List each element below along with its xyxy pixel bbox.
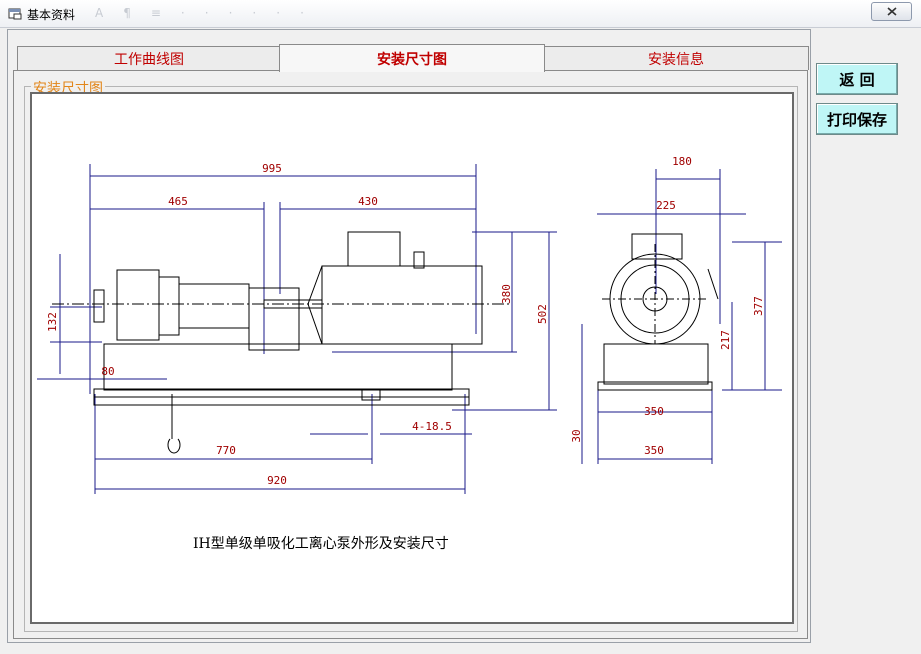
background-ghost-toolbar: A ¶ ≡ · · · · · · [95,6,306,20]
back-button[interactable]: 返 回 [816,63,898,95]
app-icon [8,8,22,20]
tab-install-info[interactable]: 安装信息 [543,46,809,70]
tab-install-dimensions[interactable]: 安装尺寸图 [279,44,545,72]
dim-995: 995 [262,162,282,175]
dim-4-18-5: 4-18.5 [412,420,452,433]
dim-180: 180 [672,155,692,168]
window-title: 基本资料 [27,8,76,22]
title-bar: 基本资料 A ¶ ≡ · · · · · · [0,0,921,28]
dim-217: 217 [719,330,732,350]
pump-drawing: 995 465 430 380 502 132 80 770 920 4-18.… [37,155,782,552]
dim-80: 80 [101,365,114,378]
dim-30: 30 [570,429,583,442]
close-button[interactable] [871,2,912,21]
dim-225: 225 [656,199,676,212]
tab-work-curve[interactable]: 工作曲线图 [17,46,281,70]
dim-350-top: 350 [644,405,664,418]
dim-380: 380 [500,284,513,304]
drawing-area: 995 465 430 380 502 132 80 770 920 4-18.… [30,92,794,624]
dimension-labels: 995 465 430 380 502 132 80 770 920 4-18.… [46,155,765,487]
print-save-button[interactable]: 打印保存 [816,103,898,135]
close-icon [886,7,897,16]
pump-outline [52,231,719,454]
dim-132: 132 [46,312,59,332]
drawing-caption: IH型单级单吸化工离心泵外形及安装尺寸 [193,535,449,552]
dim-465: 465 [168,195,188,208]
dim-770: 770 [216,444,236,457]
dim-377: 377 [752,296,765,316]
dim-502: 502 [536,304,549,324]
dim-350-bottom: 350 [644,444,664,457]
dim-920: 920 [267,474,287,487]
dim-430: 430 [358,195,378,208]
